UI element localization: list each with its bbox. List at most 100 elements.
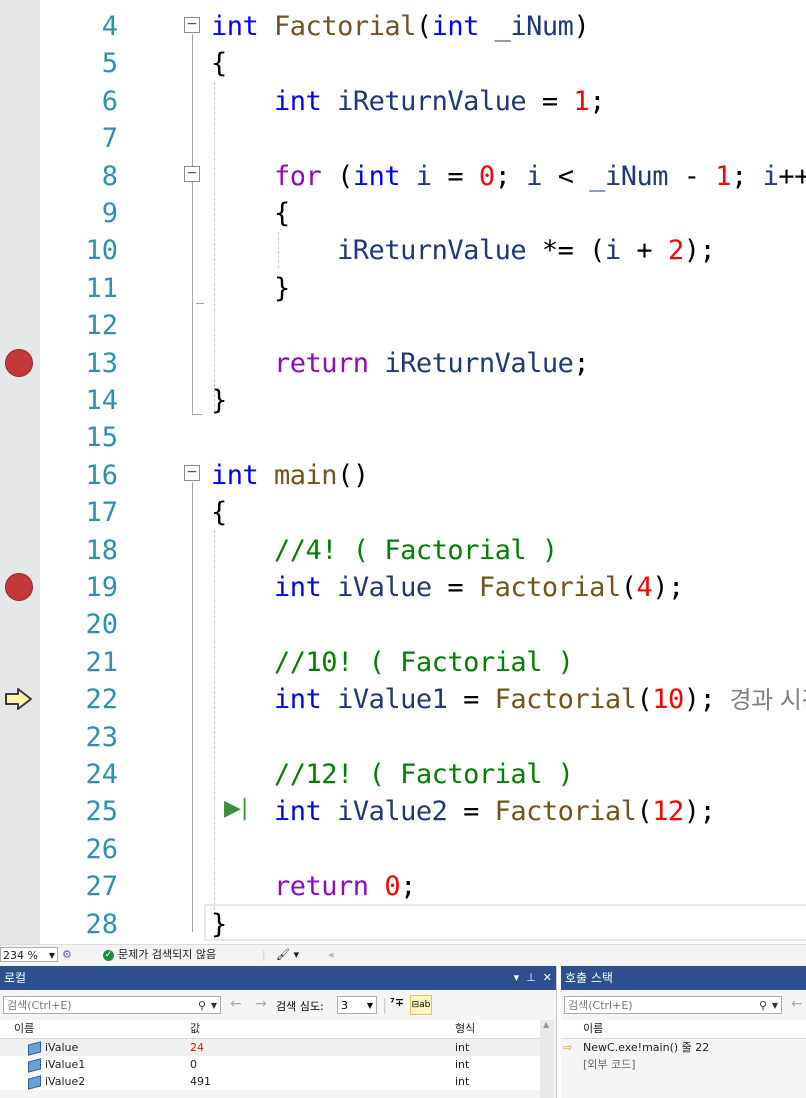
code-token: = [447,796,495,828]
code-line[interactable]: 4 int Factorial(int _iNum) [0,8,806,45]
code-line[interactable]: 27 return 0; [0,868,806,905]
code-line[interactable]: 23 [0,719,806,756]
code-line[interactable]: 18 //4! ( Factorial ) [0,532,806,569]
callstack-search-input[interactable]: 검색(Ctrl+E) ⚲ ▼ [564,996,782,1014]
code-token: Factorial [494,684,637,716]
close-icon[interactable]: ✕ [543,971,552,984]
code-token: int [274,684,322,716]
callstack-frame[interactable]: [외부 코드] [561,1056,806,1073]
code-token: //10! ( Factorial ) [274,646,574,678]
code-line[interactable]: 22 int iValue1 = Factorial(10); 경과 시간 [0,681,806,718]
search-depth-select[interactable]: 3 ▼ [337,996,377,1014]
code-line[interactable]: 17 { [0,494,806,531]
code-line[interactable]: 8 for (int i = 0; i < _iNum - 1; i++) [0,158,806,195]
scroll-up-icon[interactable]: ▲ [543,1020,549,1029]
column-name[interactable]: 이름 [583,1020,603,1038]
locals-panel: 로컬 ▾ ⊥ ✕ 검색(Ctrl+E) ⚲ ▼ ← → 검색 심도: 3 ▼ | ⁷… [0,966,557,1098]
brush-icon[interactable]: 🖌 ▾ [276,945,299,965]
line-number: 16 [85,459,118,491]
chevron-down-icon[interactable]: ▼ [211,997,217,1015]
breakpoint-icon[interactable] [5,348,33,377]
code-editor[interactable]: 4 int Factorial(int _iNum) 5{6 int iReturn… [0,0,806,944]
variable-value[interactable]: 24 [190,1039,204,1056]
collapse-factorial-icon[interactable]: − [184,17,200,33]
code-token: = [431,572,479,603]
code-text: int iReturnValue = 1; [211,83,605,120]
code-token: 0 [384,871,401,903]
variable-name: iValue1 [28,1056,85,1073]
code-line[interactable]: 14} [0,382,806,419]
line-number: 22 [85,684,118,716]
search-icon[interactable]: ⚲ [759,997,767,1015]
locals-row[interactable]: iValue 24 int [0,1039,540,1056]
locals-search-input[interactable]: 검색(Ctrl+E) ⚲ ▼ [3,996,221,1014]
collapse-for-icon[interactable]: − [184,166,200,182]
variable-icon [28,1057,41,1073]
code-token: ( [636,796,653,828]
column-type[interactable]: 형식 [455,1020,475,1038]
code-line[interactable]: 10 iReturnValue *= (i + 2); [0,232,806,269]
zoom-select[interactable]: 234 % ▼ [0,947,58,962]
frame-name: NewC.exe!main() 줄 22 [583,1041,710,1054]
locals-scrollbar[interactable]: ▲ [540,1020,554,1098]
hex-display-icon[interactable]: ⊟ab [410,995,432,1015]
code-line[interactable]: 21 //10! ( Factorial ) [0,644,806,681]
code-token: () [337,459,369,491]
code-line[interactable]: 12 [0,307,806,344]
column-value[interactable]: 값 [190,1020,200,1038]
callstack-frame[interactable]: ⇨ NewC.exe!main() 줄 22 [561,1039,806,1056]
code-line[interactable]: 7 [0,120,806,157]
code-line[interactable]: 13 return iReturnValue; [0,345,806,382]
chevron-down-icon[interactable]: ▼ [772,997,778,1015]
run-to-click-icon[interactable]: ▶| [224,796,248,821]
forward-icon[interactable]: → [255,996,267,1012]
current-statement-arrow-icon[interactable] [4,687,34,715]
code-line[interactable]: 9 { [0,195,806,232]
code-line[interactable]: 6 int iReturnValue = 1; [0,83,806,120]
search-icon[interactable]: ⚲ [198,997,206,1015]
code-token: { [211,48,227,80]
code-line[interactable]: 26 [0,831,806,868]
code-line[interactable]: 15 [0,419,806,456]
code-line[interactable]: 20 [0,606,806,643]
code-line[interactable]: 16 int main() [0,457,806,494]
code-token: Factorial [494,796,637,828]
code-line[interactable]: 19 int iValue = Factorial(4); [0,569,806,606]
line-number: 27 [85,871,118,903]
variable-value[interactable]: 0 [190,1056,197,1073]
intellicode-icon[interactable]: ⚙ [62,945,72,965]
code-token: Factorial [274,11,416,42]
code-token: iValue [321,572,432,603]
code-token: int [274,796,322,828]
dropdown-icon[interactable]: ▾ [514,971,520,984]
collapse-main-icon[interactable]: − [184,465,200,481]
zoom-value: 234 % [3,949,38,962]
column-name[interactable]: 이름 [14,1020,34,1038]
variable-value[interactable]: 491 [190,1073,211,1090]
variable-type: int [455,1058,470,1071]
code-token: = [431,160,479,192]
locals-title-bar[interactable]: 로컬 ▾ ⊥ ✕ [0,966,556,990]
callstack-title-bar[interactable]: 호출 스택 [561,966,806,990]
pin-to-source-icon[interactable]: ⁷∓ [390,996,404,1009]
code-token: { [211,497,227,529]
current-line-highlight [204,904,806,941]
variable-name-text: iValue2 [45,1075,86,1088]
code-line[interactable]: 25 int iValue2 = Factorial(12); [0,793,806,830]
code-line[interactable]: 24 //12! ( Factorial ) [0,756,806,793]
code-line[interactable]: 11 } [0,270,806,307]
locals-row[interactable]: iValue1 0 int [0,1056,540,1073]
back-icon[interactable]: ← [791,996,803,1012]
scroll-left-icon[interactable]: ◂ [328,945,334,965]
code-line[interactable]: 5{ [0,45,806,82]
locals-row[interactable]: iValue2 491 int [0,1073,540,1090]
callstack-search-placeholder: 검색(Ctrl+E) [568,999,633,1012]
issues-indicator[interactable]: ✓ 문제가 검색되지 않음 [103,945,216,965]
back-icon[interactable]: ← [230,996,242,1012]
pin-icon[interactable]: ⊥ [526,971,536,984]
code-token: 4 [636,572,653,603]
variable-name-text: iValue [45,1041,79,1054]
breakpoint-icon[interactable] [5,573,33,601]
code-token: return [274,871,369,903]
